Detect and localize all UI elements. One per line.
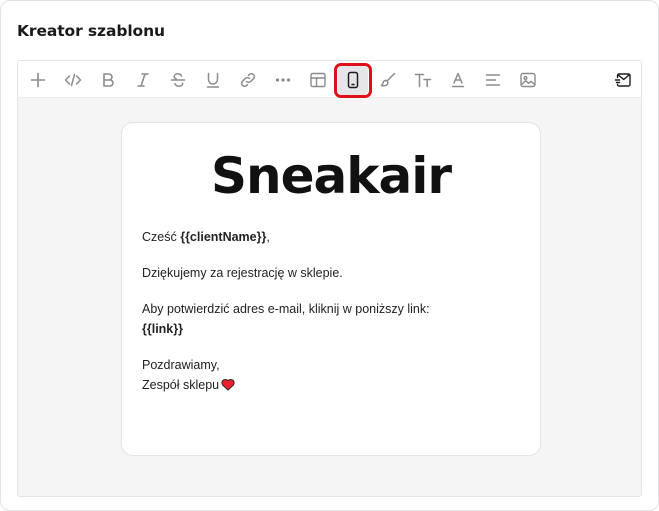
bold-button[interactable]	[93, 65, 123, 95]
strikethrough-button[interactable]	[163, 65, 193, 95]
mobile-preview-icon	[347, 71, 359, 89]
brand-logo: Sneakair	[210, 147, 452, 205]
send-preview-button[interactable]	[608, 65, 638, 95]
font-color-button[interactable]	[443, 65, 473, 95]
underline-icon	[206, 72, 220, 88]
signoff-paragraph: Pozdrawiamy, Zespół sklepu	[142, 355, 522, 397]
bold-icon	[103, 73, 114, 87]
confirm-text: Aby potwierdzić adres e-mail, kliknij w …	[142, 302, 430, 316]
page-title: Kreator szablonu	[17, 22, 165, 40]
brush-icon	[380, 72, 396, 87]
email-body[interactable]: Cześć {{clientName}}, Dziękujemy za reje…	[142, 227, 522, 413]
template-editor: Sneakair Cześć {{clientName}}, Dziękujem…	[17, 60, 642, 497]
text-size-icon	[414, 73, 432, 88]
font-color-icon	[451, 72, 465, 88]
link-button[interactable]	[233, 65, 263, 95]
confirm-paragraph: Aby potwierdzić adres e-mail, kliknij w …	[142, 299, 522, 339]
greeting-text: Cześć	[142, 230, 181, 244]
link-icon	[240, 72, 256, 88]
template-builder-panel: Kreator szablonu Sneakair Cześć {{client…	[0, 0, 659, 511]
email-canvas: Sneakair Cześć {{clientName}}, Dziękujem…	[18, 98, 641, 496]
client-name-variable: {{clientName}}	[180, 230, 267, 244]
mobile-preview-button[interactable]	[338, 65, 368, 95]
plus-icon	[30, 72, 46, 88]
align-left-icon	[485, 74, 501, 86]
thanks-line: Dziękujemy za rejestrację w sklepie.	[142, 266, 343, 280]
greeting-comma: ,	[266, 230, 270, 244]
image-icon	[520, 72, 536, 88]
signature-text: Zespół sklepu	[142, 378, 220, 392]
heart-icon	[221, 377, 235, 397]
underline-button[interactable]	[198, 65, 228, 95]
greeting-line: Cześć {{clientName}},	[142, 227, 522, 247]
code-button[interactable]	[58, 65, 88, 95]
align-button[interactable]	[478, 65, 508, 95]
insert-image-button[interactable]	[513, 65, 543, 95]
strikethrough-icon	[170, 73, 186, 87]
more-options-button[interactable]	[268, 65, 298, 95]
email-preview-card: Sneakair Cześć {{clientName}}, Dziękujem…	[121, 122, 541, 456]
style-brush-button[interactable]	[373, 65, 403, 95]
font-size-button[interactable]	[408, 65, 438, 95]
regards-text: Pozdrawiamy,	[142, 358, 220, 372]
add-block-button[interactable]	[23, 65, 53, 95]
link-variable: {{link}}	[142, 322, 183, 336]
editor-toolbar	[18, 61, 641, 98]
code-icon	[64, 73, 82, 87]
table-button[interactable]	[303, 65, 333, 95]
italic-icon	[137, 73, 149, 87]
table-icon	[310, 72, 326, 88]
italic-button[interactable]	[128, 65, 158, 95]
more-horizontal-icon	[275, 78, 291, 82]
mail-preview-icon	[614, 73, 631, 87]
